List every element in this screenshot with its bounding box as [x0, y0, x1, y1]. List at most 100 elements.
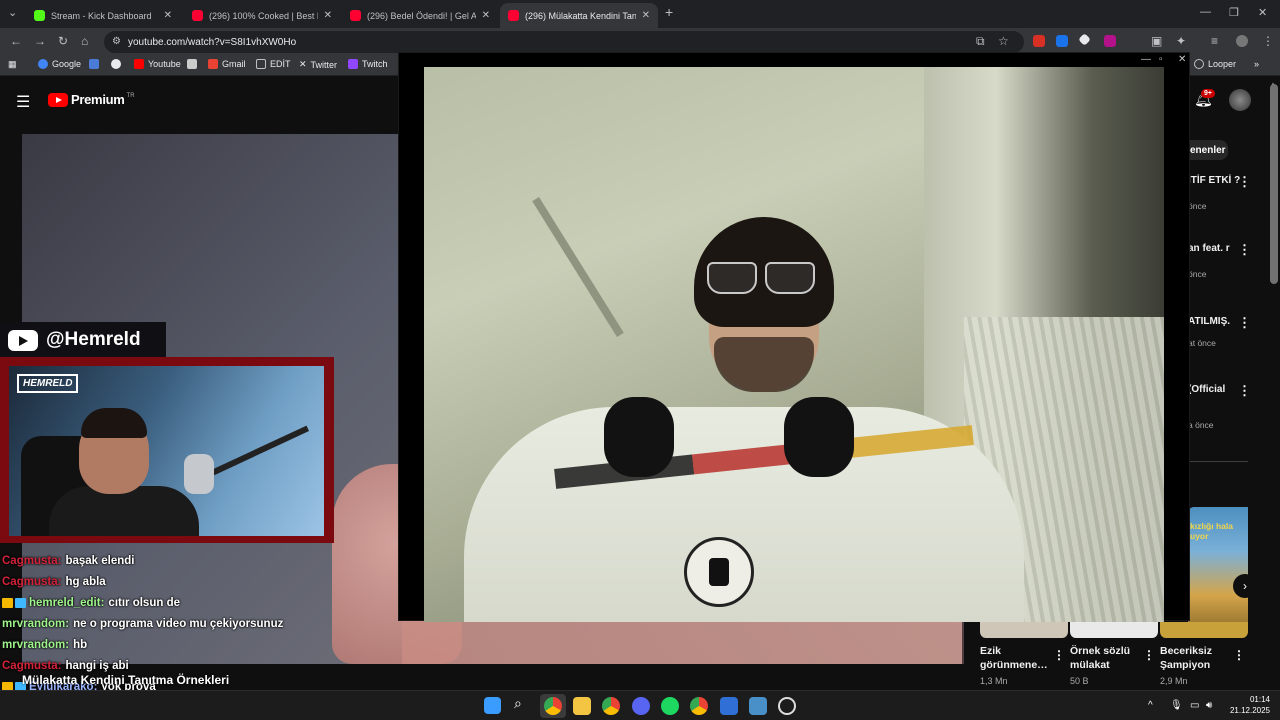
- bookmark-translate[interactable]: [89, 59, 103, 69]
- recommendation-meta: önce: [1188, 269, 1207, 279]
- maximize-icon[interactable]: ❐: [1229, 6, 1239, 19]
- cast-icon[interactable]: ⧉: [976, 34, 985, 49]
- more-options-icon[interactable]: ⋮: [1238, 174, 1251, 190]
- address-bar[interactable]: ⚙ youtube.com/watch?v=S8I1vhXW0Ho: [104, 31, 1024, 53]
- profile-avatar[interactable]: [1236, 35, 1248, 47]
- google-icon: [111, 59, 121, 69]
- chrome-icon[interactable]: [602, 697, 620, 715]
- bookmark-label: Looper: [1208, 59, 1237, 69]
- minimize-icon[interactable]: —: [1200, 6, 1211, 18]
- filter-chip[interactable]: enenler: [1188, 140, 1228, 160]
- extension-icon[interactable]: [1056, 35, 1068, 47]
- bookmark-looper[interactable]: Looper: [1194, 59, 1236, 69]
- home-icon[interactable]: ⌂: [81, 34, 88, 48]
- obs-icon[interactable]: [778, 697, 796, 715]
- next-arrow-icon[interactable]: ›: [1233, 574, 1257, 598]
- chat-text: cıtır olsun de: [108, 596, 180, 609]
- x-twitter-icon: ✕: [299, 59, 307, 69]
- short-item[interactable]: Ezik görünmene… 1,3 Mn ⋮: [980, 622, 1068, 686]
- recommendation-item[interactable]: (Official a önce ⋮: [1188, 383, 1280, 430]
- kick-icon: [34, 10, 45, 21]
- close-icon[interactable]: ✕: [482, 10, 490, 21]
- account-avatar[interactable]: [1229, 89, 1251, 111]
- tray-overflow-icon[interactable]: ^: [1148, 700, 1153, 711]
- discord-icon[interactable]: [632, 697, 650, 715]
- bookmark-youtube[interactable]: Youtube: [134, 59, 181, 69]
- tab-best-fails[interactable]: (296) 100% Cooked | Best Fails ✕: [184, 3, 340, 28]
- chat-message: mrvrandom: ne o programa video mu çekiyor…: [2, 613, 332, 634]
- channel-handle: @Hemreld: [46, 329, 141, 350]
- extension-icon[interactable]: [1104, 35, 1116, 47]
- youtube-logo[interactable]: Premium TR: [48, 92, 135, 107]
- new-tab-icon[interactable]: +: [665, 4, 673, 20]
- short-thumbnail: [1070, 622, 1158, 638]
- tab-mulakatta[interactable]: (296) Mülakatta Kendini Tanıtma ✕: [500, 3, 658, 28]
- forward-icon[interactable]: →: [34, 34, 46, 48]
- close-icon[interactable]: ✕: [1178, 54, 1186, 65]
- chat-username: mrvrandom:: [2, 617, 70, 630]
- video-title: Mülakatta Kendini Tanıtma Örnekleri: [22, 673, 230, 687]
- recommendation-item[interactable]: ATILMIŞ. at önce ⋮: [1188, 315, 1280, 348]
- file-explorer-icon[interactable]: [573, 697, 591, 715]
- bookmark-label: Gmail: [222, 59, 246, 69]
- clock[interactable]: 01:14 21.12.2025: [1228, 694, 1270, 716]
- close-icon[interactable]: ✕: [642, 10, 650, 21]
- bookmark-google[interactable]: Google: [38, 59, 81, 69]
- youtube-icon: [8, 329, 38, 351]
- volume-icon[interactable]: 🔊︎: [1206, 700, 1212, 711]
- network-app-icon[interactable]: [749, 697, 767, 715]
- bookmark-twitch[interactable]: Twitch: [348, 59, 388, 69]
- short-item[interactable]: Örnek sözlü mülakat 50 B ⋮: [1070, 622, 1158, 686]
- extension-icon[interactable]: [1078, 33, 1091, 46]
- recommendation-item[interactable]: an feat. r önce ⋮: [1188, 242, 1280, 279]
- more-options-icon[interactable]: ⋮: [1053, 648, 1065, 662]
- back-icon[interactable]: ←: [10, 34, 22, 48]
- apps-icon[interactable]: ▦: [8, 59, 17, 70]
- bookmark-image[interactable]: [187, 59, 201, 69]
- tab-bedel-odendi[interactable]: (296) Bedel Ödendi! | Gel Aşkın ✕: [342, 3, 498, 28]
- site-info-icon[interactable]: ⚙: [112, 36, 121, 47]
- bookmark-gmail[interactable]: Gmail: [208, 59, 246, 69]
- close-window-icon[interactable]: ✕: [1258, 6, 1267, 19]
- maximize-icon[interactable]: ▫: [1159, 54, 1163, 65]
- display-icon[interactable]: ▭: [1190, 700, 1199, 711]
- more-menu-icon[interactable]: ⋮: [1262, 34, 1274, 48]
- search-icon[interactable]: ⌕: [514, 695, 532, 713]
- microphone-icon[interactable]: 🎙︎: [1170, 700, 1183, 711]
- tab-search-icon[interactable]: ⌄: [8, 6, 17, 19]
- chrome-icon[interactable]: [544, 697, 562, 715]
- picture-in-picture-window[interactable]: — ▫ ✕: [398, 52, 1190, 622]
- more-options-icon[interactable]: ⋮: [1233, 648, 1245, 662]
- recommendation-item[interactable]: İTİF ETKİ ? önce ⋮: [1188, 174, 1280, 211]
- reload-icon[interactable]: ↻: [58, 34, 68, 48]
- close-icon[interactable]: ✕: [164, 10, 172, 21]
- shorts-thumbnail[interactable]: kızlığı hala uyor: [1188, 507, 1248, 633]
- spotify-icon[interactable]: [661, 697, 679, 715]
- bookmark-google-2[interactable]: [111, 59, 125, 69]
- bookmark-twitter[interactable]: ✕ Twitter: [299, 59, 337, 70]
- chrome-icon[interactable]: [690, 697, 708, 715]
- bookmark-edit[interactable]: EDİT: [256, 59, 291, 69]
- close-icon[interactable]: ✕: [324, 10, 332, 21]
- more-options-icon[interactable]: ⋮: [1238, 242, 1251, 258]
- extension-icon[interactable]: [1033, 35, 1045, 47]
- bookmark-star-icon[interactable]: ☆: [998, 34, 1009, 48]
- tab-kick-dashboard[interactable]: Stream - Kick Dashboard ✕: [26, 3, 180, 28]
- more-options-icon[interactable]: ⋮: [1238, 383, 1251, 399]
- folder-icon: [256, 59, 266, 69]
- hamburger-menu-icon[interactable]: ☰: [16, 92, 32, 112]
- pip-title-bar[interactable]: — ▫ ✕: [399, 53, 1189, 67]
- more-options-icon[interactable]: ⋮: [1238, 315, 1251, 331]
- media-icon[interactable]: ▣: [1151, 34, 1162, 48]
- headphone-cup: [604, 397, 674, 477]
- minimize-icon[interactable]: —: [1141, 54, 1151, 65]
- bookmarks-overflow-icon[interactable]: »: [1254, 59, 1259, 69]
- short-item[interactable]: Beceriksiz Şampiyon 2,9 Mn ⋮: [1160, 622, 1248, 686]
- start-windows-icon[interactable]: [484, 697, 501, 714]
- reading-list-icon[interactable]: ≡: [1211, 34, 1218, 48]
- youtube-icon: [350, 10, 361, 21]
- pip-video[interactable]: [424, 67, 1164, 622]
- vscode-icon[interactable]: [720, 697, 738, 715]
- extensions-puzzle-icon[interactable]: ✦: [1176, 34, 1186, 48]
- more-options-icon[interactable]: ⋮: [1143, 648, 1155, 662]
